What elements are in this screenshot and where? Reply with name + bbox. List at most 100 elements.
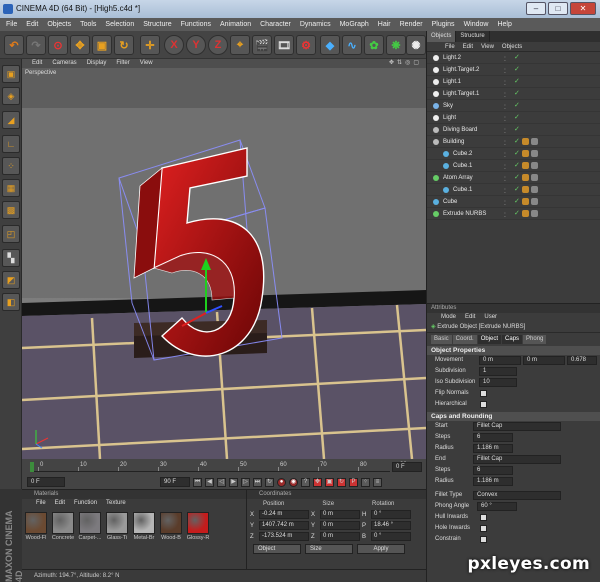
material-item[interactable]: Concrete [51,512,75,541]
object-tags[interactable] [522,186,538,193]
start-select[interactable]: Fillet Cap [473,422,561,431]
edges-mode-icon[interactable]: ▦ [2,179,20,197]
object-tree-item[interactable]: Cube.1 ⁚ ✓ [427,184,600,196]
key-point-icon[interactable]: ⁘ [361,477,370,487]
viewport-nav-icons[interactable]: ✥⇅◎▢ [389,59,422,68]
tag-icon[interactable] [531,198,538,205]
key-scale-icon[interactable]: ▣ [325,477,334,487]
tweak-mode-icon[interactable]: ◰ [2,225,20,243]
enabled-check-icon[interactable]: ✓ [514,52,520,64]
movement-z-field[interactable]: 0.678 [567,356,597,365]
hole-inwards-checkbox[interactable] [480,525,487,532]
enabled-check-icon[interactable]: ✓ [514,124,520,136]
object-tags[interactable] [522,162,538,169]
coord-size-select[interactable]: Size [305,544,353,554]
movement-y-field[interactable]: 0 m [523,356,565,365]
undo-icon[interactable]: ↶ [4,35,24,55]
scale-icon[interactable]: ▣ [92,35,112,55]
tag-icon[interactable] [531,210,538,217]
object-tree-item[interactable]: Diving Board ⁚ ✓ [427,124,600,136]
perspective-viewport[interactable]: Perspective [22,68,426,459]
model-mode-icon[interactable]: ▣ [2,65,20,83]
menu-item-edit[interactable]: Edit [26,18,38,31]
timeline-ruler[interactable]: 0102030405060708090 [30,462,407,472]
spline-icon[interactable]: ∿ [342,35,362,55]
material-item[interactable]: Glossy-R [186,512,210,541]
rotation-field[interactable]: 0 ° [371,532,411,541]
start-frame-field[interactable]: 0 F [27,477,65,487]
tag-icon[interactable] [522,186,529,193]
object-tags[interactable] [522,210,538,217]
next-frame-icon[interactable]: ▷ [241,477,250,487]
attr-menu-mode[interactable]: Mode [441,313,456,322]
tag-icon[interactable] [522,174,529,181]
loop-icon[interactable]: ↻ [265,477,274,487]
apply-button[interactable]: Apply [357,544,405,554]
object-tags[interactable] [522,198,538,205]
enabled-check-icon[interactable]: ✓ [514,88,520,100]
snap-icon[interactable]: ◩ [2,271,20,289]
menu-item-render[interactable]: Render [400,18,423,31]
object-tree-item[interactable]: Building ⁚ ✓ [427,136,600,148]
object-tree-item[interactable]: Cube ⁚ ✓ [427,196,600,208]
menu-item-objects[interactable]: Objects [47,18,71,31]
axis-mode-icon[interactable]: ∟ [2,135,20,153]
position-field[interactable]: 1407.742 m [259,521,309,530]
enabled-check-icon[interactable]: ✓ [514,160,520,172]
object-tree-item[interactable]: Light.1 ⁚ ✓ [427,76,600,88]
object-tags[interactable] [522,150,538,157]
enabled-check-icon[interactable]: ✓ [514,76,520,88]
constrain-checkbox[interactable] [480,536,487,543]
deformer-icon[interactable]: ✺ [406,35,426,55]
tag-icon[interactable] [531,162,538,169]
mat-menu-function[interactable]: Function [74,499,97,508]
render-view-icon[interactable]: 🎬 [252,35,272,55]
menu-item-structure[interactable]: Structure [143,18,171,31]
phong-angle-field[interactable]: 60 ° [477,502,517,511]
menu-item-mograph[interactable]: MoGraph [340,18,369,31]
x-axis-lock[interactable]: X [164,35,184,55]
live-select-icon[interactable]: ⊙ [48,35,68,55]
enabled-check-icon[interactable]: ✓ [514,100,520,112]
menu-item-hair[interactable]: Hair [378,18,391,31]
tag-icon[interactable] [531,174,538,181]
tab-coord[interactable]: Coord. [452,335,477,344]
tab-caps[interactable]: Caps [502,335,523,344]
enabled-check-icon[interactable]: ✓ [514,136,520,148]
position-field[interactable]: -0.24 m [259,510,309,519]
tag-icon[interactable] [531,138,538,145]
enabled-check-icon[interactable]: ✓ [514,184,520,196]
visibility-dots-icon[interactable]: ⁚ [504,210,506,222]
tag-icon[interactable] [522,198,529,205]
movement-x-field[interactable]: 0 m [479,356,521,365]
tag-icon[interactable] [531,150,538,157]
tag-icon[interactable] [531,186,538,193]
key-position-icon[interactable]: ✥ [313,477,322,487]
menu-item-help[interactable]: Help [497,18,511,31]
vp-menu-edit[interactable]: Edit [32,59,42,68]
object-tree-item[interactable]: Sky ⁚ ✓ [427,100,600,112]
render-picture-viewer-icon[interactable]: 🎞 [274,35,294,55]
menu-item-selection[interactable]: Selection [105,18,134,31]
object-tree-item[interactable]: Cube.1 ⁚ ✓ [427,160,600,172]
radius2-field[interactable]: 1.186 m [473,477,513,486]
keyframe-selection-icon[interactable]: ? [301,477,310,487]
tag-icon[interactable] [522,162,529,169]
object-tree-item[interactable]: Cube.2 ⁚ ✓ [427,148,600,160]
flip-normals-checkbox[interactable] [480,390,487,397]
end-select[interactable]: Fillet Cap [473,455,561,464]
current-frame-field[interactable]: 0 F [392,462,422,472]
radius-field[interactable]: 1.186 m [473,444,513,453]
subdivision-field[interactable]: 1 [479,367,517,376]
end-frame-field[interactable]: 90 F [160,477,190,487]
obj-menu-file[interactable]: File [445,42,455,51]
enabled-check-icon[interactable]: ✓ [514,64,520,76]
maximize-button[interactable]: □ [548,2,568,15]
material-item[interactable]: Metal-Br [132,512,156,541]
enabled-check-icon[interactable]: ✓ [514,112,520,124]
play-icon[interactable]: ▶ [229,477,238,487]
enabled-check-icon[interactable]: ✓ [514,148,520,160]
object-tree-item[interactable]: Light.Target.1 ⁚ ✓ [427,88,600,100]
material-item[interactable]: Carpet-... [78,512,102,541]
fillet-type-select[interactable]: Convex [473,491,561,500]
